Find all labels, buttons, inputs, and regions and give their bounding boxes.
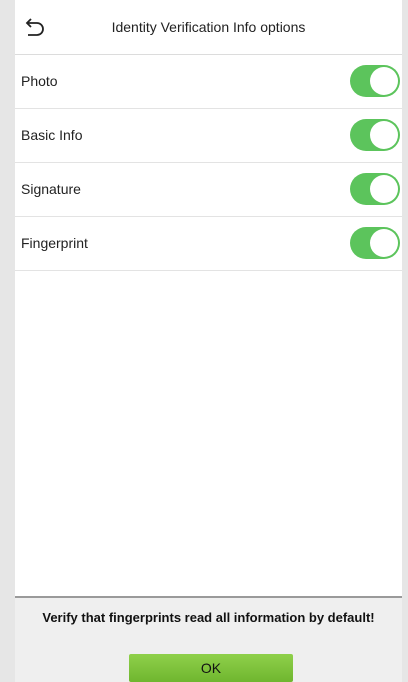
option-label: Signature bbox=[21, 181, 81, 197]
option-label: Photo bbox=[21, 73, 58, 89]
basic-info-toggle[interactable] bbox=[350, 119, 400, 151]
option-row-fingerprint: Fingerprint bbox=[15, 217, 402, 271]
photo-toggle[interactable] bbox=[350, 65, 400, 97]
option-label: Fingerprint bbox=[21, 235, 88, 251]
ok-button[interactable]: OK bbox=[129, 654, 293, 682]
back-arrow-icon bbox=[25, 18, 44, 36]
toggle-knob bbox=[370, 121, 398, 149]
options-list: Photo Basic Info Signature Fingerprint bbox=[15, 55, 402, 271]
page-title: Identity Verification Info options bbox=[111, 19, 306, 35]
toggle-knob bbox=[370, 229, 398, 257]
bezel-right bbox=[402, 0, 408, 682]
option-label: Basic Info bbox=[21, 127, 83, 143]
screen: Identity Verification Info options Photo… bbox=[0, 0, 408, 682]
signature-toggle[interactable] bbox=[350, 173, 400, 205]
back-button[interactable] bbox=[21, 14, 47, 40]
option-row-basic-info: Basic Info bbox=[15, 109, 402, 163]
toggle-knob bbox=[370, 175, 398, 203]
footer-message: Verify that fingerprints read all inform… bbox=[42, 610, 375, 625]
content-area: Identity Verification Info options Photo… bbox=[15, 0, 402, 682]
bezel-left bbox=[0, 0, 15, 682]
option-row-signature: Signature bbox=[15, 163, 402, 217]
footer-panel: Verify that fingerprints read all inform… bbox=[15, 598, 402, 682]
toggle-knob bbox=[370, 67, 398, 95]
header-bar: Identity Verification Info options bbox=[15, 0, 402, 55]
fingerprint-toggle[interactable] bbox=[350, 227, 400, 259]
option-row-photo: Photo bbox=[15, 55, 402, 109]
